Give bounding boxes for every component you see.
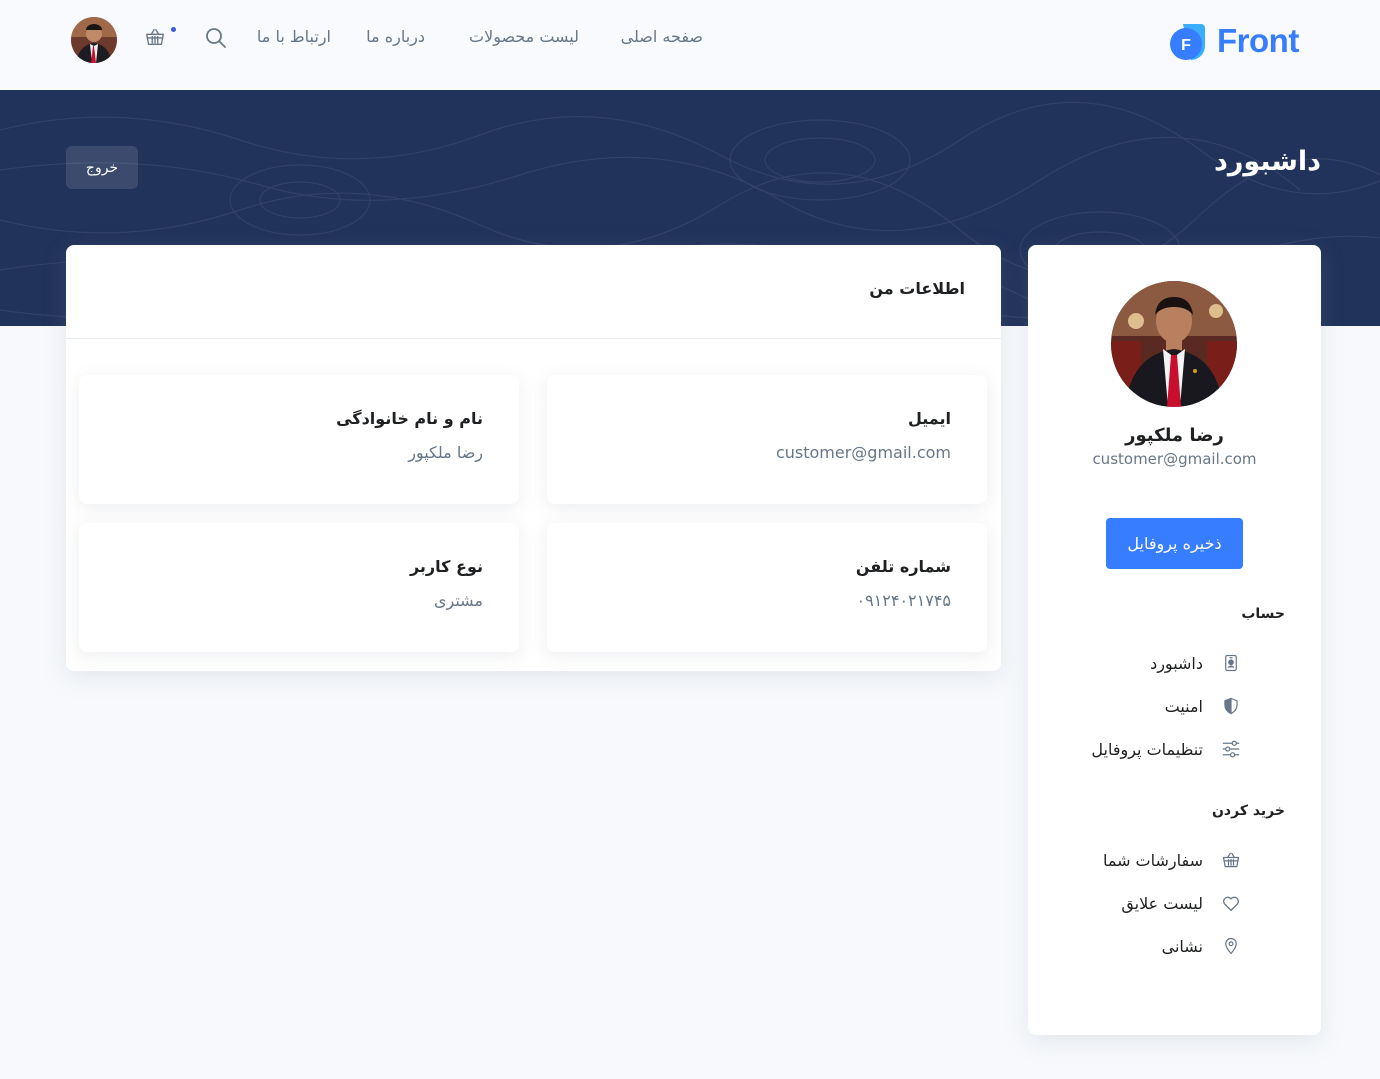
nav-about-link[interactable]: درباره ما: [366, 27, 425, 46]
cart-icon[interactable]: [144, 26, 168, 50]
logout-button[interactable]: خروج: [66, 146, 138, 189]
profile-avatar: [1111, 281, 1237, 407]
brand-logo[interactable]: F Front: [1167, 19, 1299, 63]
id-badge-icon: [1221, 653, 1241, 673]
brand-name: Front: [1217, 22, 1299, 59]
sidebar-item-orders[interactable]: سفارشات شما: [1103, 850, 1241, 870]
card-header: اطلاعات من: [66, 245, 1001, 339]
user-type-label: نوع کاربر: [409, 557, 483, 576]
map-pin-icon: [1221, 936, 1241, 956]
phone-label: شماره تلفن: [855, 557, 951, 576]
card-title: اطلاعات من: [869, 279, 965, 298]
shopping-section-heading: خرید کردن: [1211, 803, 1285, 819]
user-type-info-box: نوع کاربر مشتری: [79, 523, 519, 652]
page-title: داشبورد: [1213, 146, 1321, 177]
sidebar-item-wishlist[interactable]: لیست علایق: [1121, 893, 1241, 913]
avatar[interactable]: [71, 17, 117, 63]
cart-badge-dot: [171, 27, 176, 32]
logo-letter: F: [1181, 37, 1191, 54]
sidebar-item-address[interactable]: نشانی: [1162, 936, 1241, 956]
sidebar-item-dashboard[interactable]: داشبورد: [1150, 653, 1241, 673]
sidebar-item-label: سفارشات شما: [1102, 850, 1203, 870]
sidebar-item-label: لیست علایق: [1121, 893, 1203, 913]
nav-products-link[interactable]: لیست محصولات: [469, 27, 579, 46]
heart-icon: [1221, 893, 1241, 913]
full-name-value: رضا ملکپور: [408, 443, 483, 462]
shield-icon: [1221, 696, 1241, 716]
sidebar-item-label: نشانی: [1161, 936, 1203, 956]
sidebar-item-label: تنظیمات پروفایل: [1091, 739, 1203, 759]
email-value: customer@gmail.com: [775, 443, 951, 462]
logo-mark-icon: F: [1167, 20, 1209, 62]
user-type-value: مشتری: [433, 591, 483, 610]
search-icon[interactable]: [204, 26, 228, 50]
full-name-info-box: نام و نام خانوادگی رضا ملکپور: [79, 375, 519, 504]
profile-sidebar: رضا ملکپور customer@gmail.com ذخیره پروف…: [1028, 245, 1321, 1035]
phone-info-box: شماره تلفن ۰۹۱۲۴۰۲۱۷۴۵: [547, 523, 987, 652]
profile-email: customer@gmail.com: [1092, 450, 1257, 468]
nav-contact-link[interactable]: ارتباط با ما: [257, 27, 331, 46]
top-navbar: F Front صفحه اصلی لیست محصولات درباره ما…: [0, 0, 1380, 90]
nav-home-link[interactable]: صفحه اصلی: [621, 27, 703, 46]
sidebar-item-label: امنیت: [1164, 696, 1203, 716]
email-info-box: ایمیل customer@gmail.com: [547, 375, 987, 504]
email-label: ایمیل: [907, 409, 951, 428]
sliders-icon: [1221, 739, 1241, 759]
my-info-card: اطلاعات من ایمیل customer@gmail.com نام …: [66, 245, 1001, 671]
sidebar-item-label: داشبورد: [1150, 653, 1203, 673]
profile-name: رضا ملکپور: [1125, 425, 1224, 446]
basket-icon: [1221, 850, 1241, 870]
full-name-label: نام و نام خانوادگی: [336, 409, 483, 428]
account-section-heading: حساب: [1241, 606, 1285, 622]
sidebar-item-security[interactable]: امنیت: [1165, 696, 1241, 716]
phone-value: ۰۹۱۲۴۰۲۱۷۴۵: [856, 591, 951, 610]
sidebar-item-profile-settings[interactable]: تنظیمات پروفایل: [1091, 739, 1241, 759]
save-profile-button[interactable]: ذخیره پروفایل: [1106, 518, 1243, 569]
